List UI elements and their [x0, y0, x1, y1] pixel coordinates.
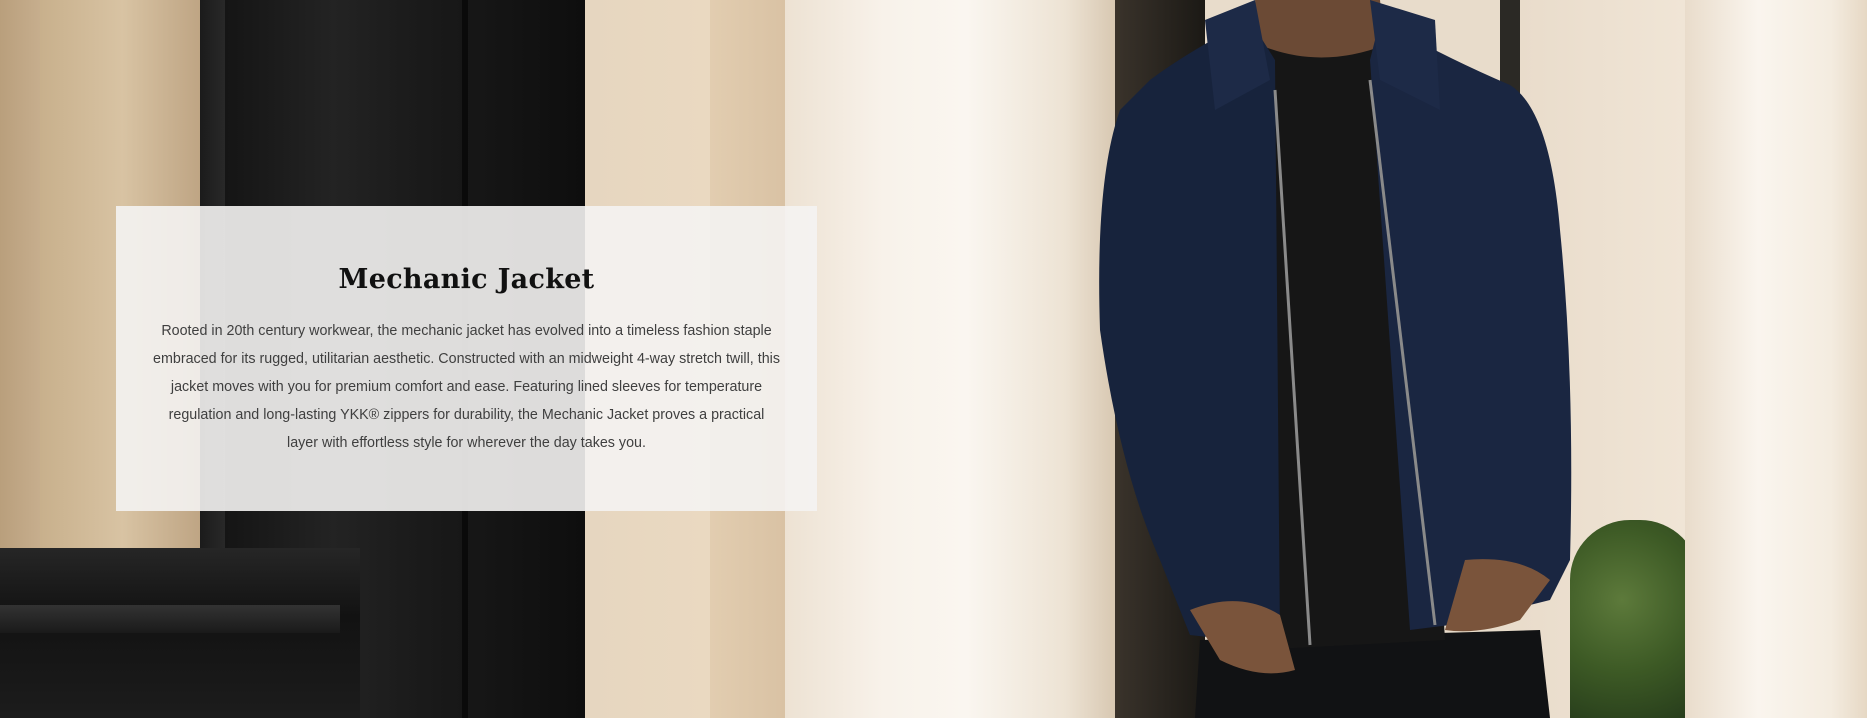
door-base	[0, 548, 360, 718]
door-kick-plate	[0, 605, 340, 633]
model-wearing-jacket	[1080, 0, 1660, 718]
feature-description: Rooted in 20th century workwear, the mec…	[153, 323, 780, 451]
feature-title: Mechanic Jacket	[338, 264, 595, 295]
feature-card: Mechanic Jacket Rooted in 20th century w…	[116, 206, 817, 511]
white-column	[785, 0, 1115, 718]
hero-banner: Mechanic Jacket Rooted in 20th century w…	[0, 0, 1867, 718]
jacket-left-panel	[1099, 20, 1280, 640]
white-column-right	[1685, 0, 1867, 718]
neck	[1255, 0, 1385, 58]
